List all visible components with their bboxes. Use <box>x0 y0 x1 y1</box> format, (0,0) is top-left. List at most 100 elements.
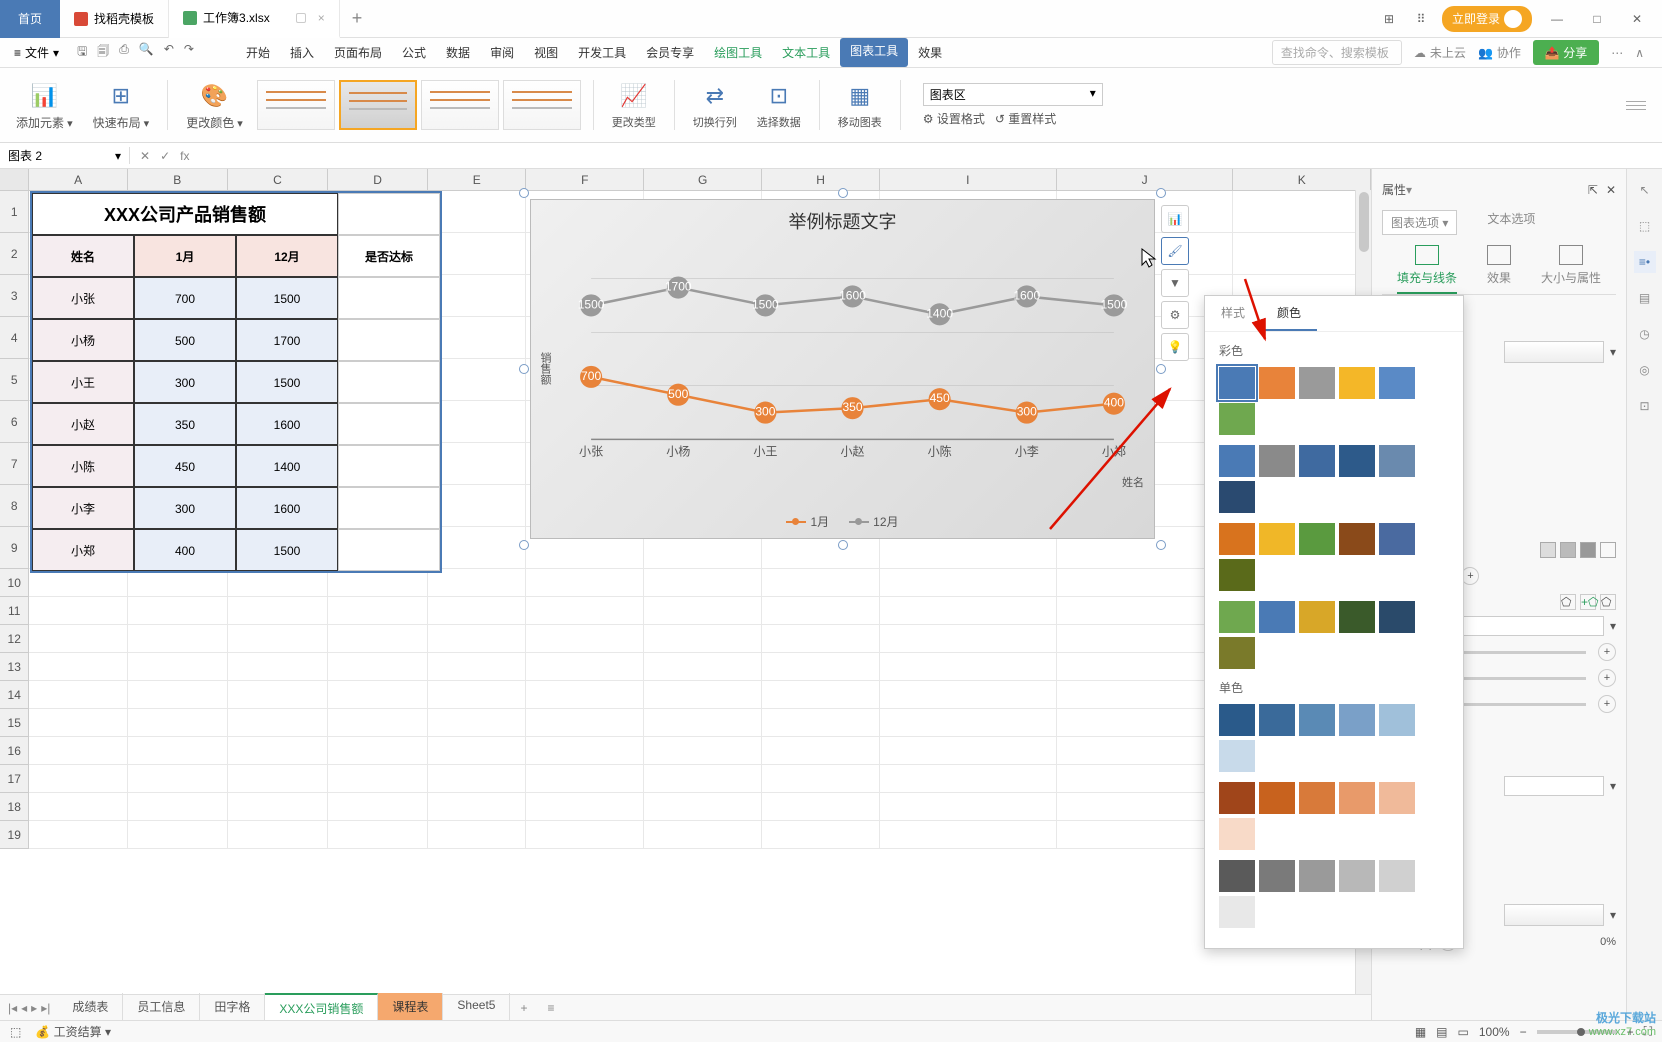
redo-icon[interactable]: ↷ <box>184 42 194 63</box>
grid-cell[interactable] <box>428 765 526 793</box>
grid-cell[interactable] <box>526 569 644 597</box>
tab-close-button[interactable]: × <box>318 11 325 25</box>
stop-add[interactable]: +⬠ <box>1580 594 1596 610</box>
col-F[interactable]: F <box>526 169 644 190</box>
grid-cell[interactable] <box>762 821 880 849</box>
col-E[interactable]: E <box>428 169 526 190</box>
rail-backup-icon[interactable]: ◷ <box>1634 323 1656 345</box>
grid-cell[interactable] <box>526 653 644 681</box>
grid-cell[interactable] <box>428 485 526 527</box>
color-swatch[interactable] <box>1299 704 1335 736</box>
rail-select-icon[interactable]: ↖ <box>1634 179 1656 201</box>
stop-remove[interactable]: ⬠ <box>1600 594 1616 610</box>
close-button[interactable]: ✕ <box>1622 4 1652 34</box>
grid-cell[interactable] <box>328 737 428 765</box>
sheet-tab[interactable]: 田字格 <box>200 993 265 1022</box>
tab-dev[interactable]: 开发工具 <box>568 38 636 67</box>
grid-cell[interactable] <box>328 653 428 681</box>
popup-tab-color[interactable]: 颜色 <box>1261 296 1317 331</box>
chart-style-1[interactable] <box>257 80 335 130</box>
grid-cell[interactable] <box>526 625 644 653</box>
move-chart-button[interactable]: ▦ 移动图表 <box>832 80 888 130</box>
chart-object[interactable]: 举例标题文字 销售额 姓名 70050030035045030040015001… <box>530 199 1155 539</box>
table-cell[interactable]: 1400 <box>236 445 338 487</box>
line-color-combo[interactable] <box>1504 904 1604 926</box>
cancel-icon[interactable]: ✕ <box>140 149 150 163</box>
table-cell[interactable]: 1500 <box>236 277 338 319</box>
chart-style-3[interactable] <box>421 80 499 130</box>
table-cell[interactable]: 小杨 <box>32 319 134 361</box>
row-header[interactable]: 4 <box>0 317 29 359</box>
file-menu[interactable]: ≡ 文件 ▾ <box>8 44 65 61</box>
rail-analysis-icon[interactable]: ▤ <box>1634 287 1656 309</box>
color-swatch[interactable] <box>1219 740 1255 772</box>
table-cell[interactable]: 小赵 <box>32 403 134 445</box>
table-cell[interactable]: 700 <box>134 277 236 319</box>
color-swatch[interactable] <box>1339 860 1375 892</box>
minimize-button[interactable]: — <box>1542 4 1572 34</box>
tab-review[interactable]: 审阅 <box>480 38 524 67</box>
col-H[interactable]: H <box>762 169 880 190</box>
tab-view[interactable]: 视图 <box>524 38 568 67</box>
grid-cell[interactable] <box>29 597 127 625</box>
grid-cell[interactable] <box>762 709 880 737</box>
grid-cell[interactable] <box>428 653 526 681</box>
reset-style-button[interactable]: ↺ 重置样式 <box>995 110 1056 127</box>
grid-cell[interactable] <box>428 317 526 359</box>
row-header[interactable]: 12 <box>0 625 29 653</box>
grid-cell[interactable] <box>526 597 644 625</box>
color-swatch[interactable] <box>1219 637 1255 669</box>
resize-handle[interactable] <box>1156 364 1166 374</box>
color-swatch[interactable] <box>1299 601 1335 633</box>
row-header[interactable]: 2 <box>0 233 29 275</box>
grid-cell[interactable] <box>328 821 428 849</box>
switch-rc-button[interactable]: ⇄ 切换行列 <box>687 80 743 130</box>
grid-cell[interactable] <box>880 821 1057 849</box>
color-swatch[interactable] <box>1219 782 1255 814</box>
chart-filter-button[interactable]: ▼ <box>1161 269 1189 297</box>
chart-elements-button[interactable]: 📊 <box>1161 205 1189 233</box>
col-A[interactable]: A <box>29 169 127 190</box>
grid-cell[interactable] <box>428 681 526 709</box>
save-as-icon[interactable]: 🗐 <box>97 42 109 63</box>
pin-icon[interactable]: ⇱ <box>1588 183 1598 197</box>
table-cell[interactable]: 300 <box>134 487 236 529</box>
sheet-tab[interactable]: Sheet5 <box>443 993 510 1022</box>
grid-cell[interactable] <box>428 709 526 737</box>
grid-cell[interactable] <box>328 569 428 597</box>
table-cell[interactable]: 1700 <box>236 319 338 361</box>
grid-cell[interactable] <box>29 793 127 821</box>
table-cell[interactable]: 1500 <box>236 361 338 403</box>
grid-cell[interactable] <box>428 191 526 233</box>
color-swatch[interactable] <box>1299 860 1335 892</box>
tab-draw-tools[interactable]: 绘图工具 <box>704 38 772 67</box>
rail-more-icon[interactable]: ⊡ <box>1634 395 1656 417</box>
grid-cell[interactable] <box>328 793 428 821</box>
grid-cell[interactable] <box>29 625 127 653</box>
row-header[interactable]: 10 <box>0 569 29 597</box>
view-page-icon[interactable]: ▤ <box>1436 1025 1447 1039</box>
table-cell-pass[interactable] <box>338 361 440 403</box>
resize-handle[interactable] <box>519 540 529 550</box>
row-header[interactable]: 17 <box>0 765 29 793</box>
sheet-tab[interactable]: XXX公司销售额 <box>265 993 378 1022</box>
grid-cell[interactable] <box>644 821 762 849</box>
rail-location-icon[interactable]: ◎ <box>1634 359 1656 381</box>
row-header[interactable]: 15 <box>0 709 29 737</box>
grid-cell[interactable] <box>328 765 428 793</box>
grid-cell[interactable] <box>29 569 127 597</box>
table-cell[interactable]: 1500 <box>236 529 338 571</box>
grid-cell[interactable] <box>526 737 644 765</box>
grid-cell[interactable] <box>880 765 1057 793</box>
grid-cell[interactable] <box>762 569 880 597</box>
chart-options-combo[interactable]: 图表选项 ▾ <box>1382 210 1457 235</box>
grid-cell[interactable] <box>428 597 526 625</box>
grid-cell[interactable] <box>880 569 1057 597</box>
chart-area-combo[interactable]: 图表区▾ <box>923 83 1103 106</box>
grid-cell[interactable] <box>644 569 762 597</box>
color-swatch[interactable] <box>1379 601 1415 633</box>
grid-cell[interactable] <box>228 653 328 681</box>
grid-cell[interactable] <box>428 359 526 401</box>
chart-title[interactable]: 举例标题文字 <box>531 200 1154 234</box>
chart-style-2[interactable] <box>339 80 417 130</box>
